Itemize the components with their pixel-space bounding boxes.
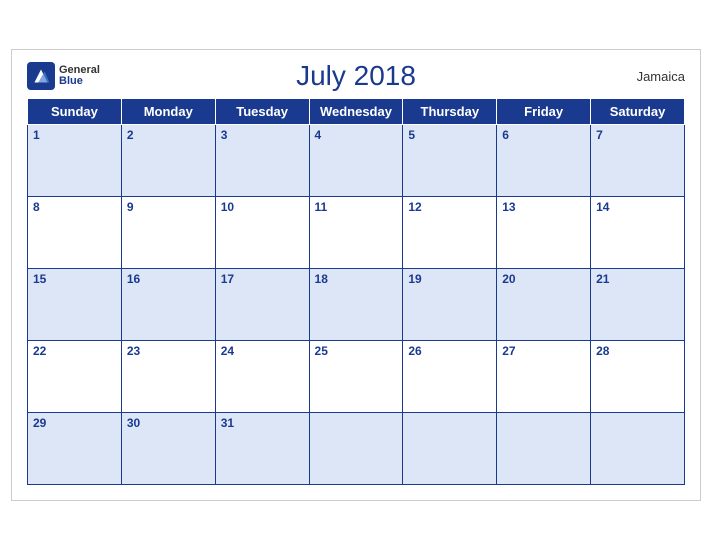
calendar-day-cell: 4 [309,125,403,197]
day-number: 17 [221,272,234,286]
day-number: 18 [315,272,328,286]
calendar-day-cell: 27 [497,341,591,413]
day-number: 19 [408,272,421,286]
calendar-day-cell: 5 [403,125,497,197]
calendar-day-cell: 30 [121,413,215,485]
day-number: 22 [33,344,46,358]
calendar-day-cell: 3 [215,125,309,197]
header-sunday: Sunday [28,99,122,125]
calendar-day-cell: 7 [591,125,685,197]
day-number: 13 [502,200,515,214]
day-number: 29 [33,416,46,430]
calendar-day-cell: 10 [215,197,309,269]
calendar-day-cell: 25 [309,341,403,413]
calendar-week-row: 29 30 31 [28,413,685,485]
weekday-header-row: Sunday Monday Tuesday Wednesday Thursday… [28,99,685,125]
logo-icon [27,62,55,90]
day-number: 21 [596,272,609,286]
calendar-day-cell: 15 [28,269,122,341]
calendar-day-cell: 24 [215,341,309,413]
day-number: 2 [127,128,134,142]
calendar-day-cell: 13 [497,197,591,269]
day-number: 24 [221,344,234,358]
calendar-header: General Blue July 2018 Jamaica [27,60,685,92]
day-number: 9 [127,200,134,214]
calendar-day-cell: 23 [121,341,215,413]
calendar-body: 1234567891011121314151617181920212223242… [28,125,685,485]
calendar-week-row: 15 16 17 18 19 20 21 [28,269,685,341]
calendar-week-row: 1 2 3 4 5 6 7 [28,125,685,197]
day-number: 20 [502,272,515,286]
header-wednesday: Wednesday [309,99,403,125]
day-number: 27 [502,344,515,358]
calendar-day-cell: 19 [403,269,497,341]
header-monday: Monday [121,99,215,125]
day-number: 5 [408,128,415,142]
day-number: 10 [221,200,234,214]
calendar-day-cell: 1 [28,125,122,197]
calendar-week-row: 22 23 24 25 26 27 28 [28,341,685,413]
day-number: 25 [315,344,328,358]
calendar-day-cell: 22 [28,341,122,413]
day-number: 12 [408,200,421,214]
day-number: 3 [221,128,228,142]
day-number: 28 [596,344,609,358]
day-number: 14 [596,200,609,214]
logo-text: General Blue [59,65,100,87]
calendar-day-cell: 18 [309,269,403,341]
calendar-container: General Blue July 2018 Jamaica Sunday Mo… [11,49,701,501]
calendar-day-cell: 16 [121,269,215,341]
calendar-day-cell: 6 [497,125,591,197]
header-saturday: Saturday [591,99,685,125]
calendar-day-cell [403,413,497,485]
calendar-day-cell: 9 [121,197,215,269]
day-number: 16 [127,272,140,286]
day-number: 15 [33,272,46,286]
header-thursday: Thursday [403,99,497,125]
day-number: 30 [127,416,140,430]
calendar-title: July 2018 [296,60,416,92]
day-number: 7 [596,128,603,142]
day-number: 6 [502,128,509,142]
calendar-day-cell: 2 [121,125,215,197]
day-number: 23 [127,344,140,358]
calendar-day-cell: 14 [591,197,685,269]
calendar-day-cell: 28 [591,341,685,413]
day-number: 31 [221,416,234,430]
day-number: 4 [315,128,322,142]
calendar-week-row: 8 9 10 11 12 13 14 [28,197,685,269]
calendar-day-cell: 21 [591,269,685,341]
calendar-day-cell: 20 [497,269,591,341]
day-number: 11 [315,200,328,214]
day-number: 1 [33,128,40,142]
calendar-day-cell [591,413,685,485]
calendar-day-cell: 26 [403,341,497,413]
logo-blue: Blue [59,76,100,87]
calendar-day-cell: 8 [28,197,122,269]
day-number: 8 [33,200,40,214]
calendar-day-cell: 29 [28,413,122,485]
calendar-day-cell [309,413,403,485]
calendar-day-cell: 11 [309,197,403,269]
calendar-table: Sunday Monday Tuesday Wednesday Thursday… [27,98,685,485]
day-number: 26 [408,344,421,358]
header-tuesday: Tuesday [215,99,309,125]
calendar-day-cell: 31 [215,413,309,485]
calendar-day-cell [497,413,591,485]
calendar-day-cell: 17 [215,269,309,341]
header-friday: Friday [497,99,591,125]
logo-area: General Blue [27,62,100,90]
country-label: Jamaica [637,69,685,84]
calendar-day-cell: 12 [403,197,497,269]
